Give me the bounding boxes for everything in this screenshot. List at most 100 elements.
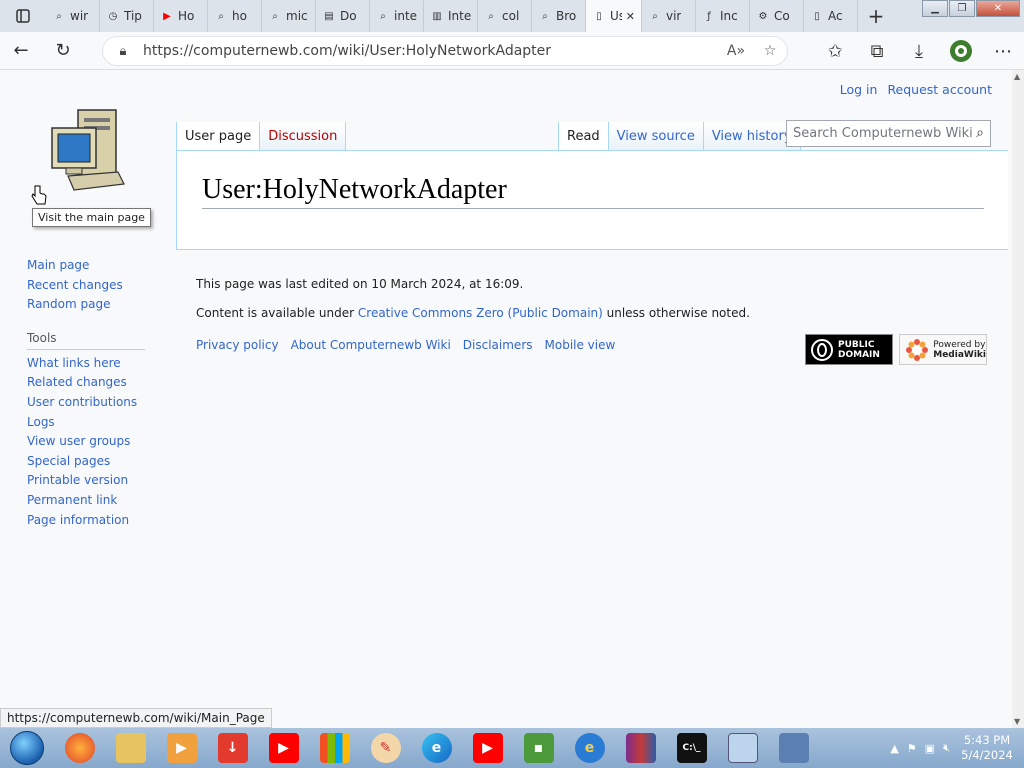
sidebar-tool-link[interactable]: What links here [27, 356, 121, 370]
fedora-icon: ƒ [707, 10, 711, 22]
firefox-icon [64, 733, 95, 763]
taskbar-internet-explorer[interactable]: e [564, 729, 615, 767]
sidebar-nav-link[interactable]: Main page [27, 258, 89, 272]
collections-button[interactable]: ⧉ [856, 32, 898, 70]
footer: This page was last edited on 10 March 20… [196, 277, 750, 352]
footer-link[interactable]: Disclaimers [463, 338, 533, 352]
internet-explorer-icon: e [574, 733, 605, 763]
sidebar-tool-link[interactable]: User contributions [27, 395, 137, 409]
browser-tab[interactable]: ⌕ inte [370, 0, 424, 32]
creeper-icon: ▪ [523, 733, 554, 763]
taskbar-downloader[interactable]: ↓ [207, 729, 258, 767]
wiki-logo-computer-icon[interactable] [48, 106, 128, 194]
browser-tab[interactable]: ◷ Tip [100, 0, 154, 32]
profile-button[interactable] [940, 32, 982, 70]
browser-tab[interactable]: ▯ Use ✕ [586, 0, 642, 32]
tab-view-source[interactable]: View source [608, 122, 704, 151]
action-center-flag-icon[interactable]: ⚑ [907, 742, 917, 755]
license-link[interactable]: Creative Commons Zero (Public Domain) [358, 306, 603, 320]
refresh-button[interactable]: ↻ [42, 32, 84, 70]
settings-menu-button[interactable]: ⋯ [982, 32, 1024, 70]
taskbar-minecraft[interactable]: ▪ [513, 729, 564, 767]
restore-button[interactable]: ❐ [949, 0, 975, 17]
search-icon[interactable]: ⌕ [976, 125, 984, 141]
close-tab-icon[interactable]: ✕ [626, 10, 635, 23]
minimize-button[interactable]: ▁ [922, 0, 948, 17]
sidebar-tool-link[interactable]: View user groups [27, 434, 130, 448]
url-text[interactable]: https://computernewb.com/wiki/User:HolyN… [143, 43, 719, 59]
tab-user-page[interactable]: User page [176, 122, 261, 151]
powered-by-mediawiki-badge[interactable]: Powered by MediaWiki [899, 334, 987, 365]
sidebar-tool-link[interactable]: Permanent link [27, 493, 117, 507]
tab-view-history-label[interactable]: View history [712, 129, 792, 144]
back-button[interactable]: ← [0, 32, 42, 70]
sidebar-nav-link[interactable]: Recent changes [27, 278, 123, 292]
badge-mw-line2: MediaWiki [933, 349, 986, 360]
search-input[interactable]: Search Computernewb Wiki ⌕ [786, 120, 991, 147]
tab-actions-button[interactable] [0, 9, 46, 23]
browser-tab[interactable]: ⚙ Co [750, 0, 804, 32]
favorites-button[interactable]: ✩ [814, 32, 856, 70]
new-tab-button[interactable]: + [858, 0, 894, 32]
taskbar-youtube-1[interactable]: ▶ [258, 729, 309, 767]
browser-tab[interactable]: ⌕ ho [208, 0, 262, 32]
taskbar-explorer[interactable] [105, 729, 156, 767]
browser-tab-label: Use [610, 9, 622, 23]
sidebar-tool-link[interactable]: Special pages [27, 454, 110, 468]
address-bar[interactable]: 🔒︎ https://computernewb.com/wiki/User:Ho… [102, 36, 788, 66]
taskbar-winrar[interactable] [615, 729, 666, 767]
tab-read[interactable]: Read [558, 122, 609, 151]
scroll-down-icon[interactable]: ▼ [1014, 717, 1020, 726]
sidebar-tool-link[interactable]: Page information [27, 513, 129, 527]
sidebar: Main page Recent changes Random page Tools… [27, 258, 145, 532]
browser-tab[interactable]: ⌕ wir [46, 0, 100, 32]
sidebar-tool-link[interactable]: Printable version [27, 473, 128, 487]
license-suffix: unless otherwise noted. [602, 306, 750, 320]
browser-tab[interactable]: ⌕ mic [262, 0, 316, 32]
browser-tab[interactable]: ƒ Inc [696, 0, 750, 32]
page-scrollbar[interactable]: ▲ ▼ [1012, 70, 1024, 728]
sidebar-tool-link[interactable]: Logs [27, 415, 55, 429]
downloads-button[interactable]: ⤓ [898, 32, 940, 70]
tab-actions-icon [16, 9, 30, 23]
footer-link[interactable]: Mobile view [545, 338, 616, 352]
taskbar-youtube-2[interactable]: ▶ [462, 729, 513, 767]
read-aloud-icon[interactable]: A» [719, 43, 753, 59]
tab-view-source-label[interactable]: View source [617, 129, 695, 144]
browser-tab[interactable]: ▥ Inte [424, 0, 478, 32]
taskbar-store[interactable] [309, 729, 360, 767]
browser-tab[interactable]: ▤ Do [316, 0, 370, 32]
taskbar-paint[interactable]: ✎ [360, 729, 411, 767]
sidebar-tool-link[interactable]: Related changes [27, 375, 127, 389]
footer-link[interactable]: About Computernewb Wiki [291, 338, 451, 352]
volume-muted-icon[interactable]: 🔇︎ [943, 741, 950, 755]
tab-discussion[interactable]: Discussion [260, 122, 347, 151]
sidebar-nav-link[interactable]: Random page [27, 297, 110, 311]
taskbar-cmd[interactable]: C:\_ [666, 729, 717, 767]
request-account-link[interactable]: Request account [887, 82, 992, 97]
browser-tab[interactable]: ⌕ vir [642, 0, 696, 32]
favorite-star-icon[interactable]: ☆ [753, 43, 787, 59]
show-hidden-icons-icon[interactable]: ▲ [890, 742, 898, 755]
browser-tab[interactable]: ⌕ Bro [532, 0, 586, 32]
store-bag-icon [319, 733, 350, 763]
close-window-button[interactable]: ✕ [976, 0, 1020, 17]
footer-link[interactable]: Privacy policy [196, 338, 279, 352]
public-domain-badge[interactable]: PUBLIC DOMAIN [805, 334, 893, 365]
login-link[interactable]: Log in [840, 82, 878, 97]
taskbar-control-panel[interactable] [717, 729, 768, 767]
start-button[interactable] [0, 728, 54, 768]
taskbar-media-player[interactable]: ▶ [156, 729, 207, 767]
browser-tab[interactable]: ⌕ col [478, 0, 532, 32]
scroll-up-icon[interactable]: ▲ [1014, 72, 1020, 81]
taskbar-network[interactable] [768, 729, 819, 767]
browser-tab-label: Ho [178, 9, 195, 23]
clock-time: 5:43 PM [963, 733, 1011, 747]
browser-tab[interactable]: ▯ Ac [804, 0, 858, 32]
taskbar-edge[interactable]: e [411, 729, 462, 767]
network-icon[interactable]: ▣ [925, 742, 935, 755]
tab-discussion-label[interactable]: Discussion [268, 129, 337, 144]
clock[interactable]: 5:43 PM 5/4/2024 [958, 733, 1016, 763]
browser-tab[interactable]: ▶ Ho [154, 0, 208, 32]
taskbar-firefox[interactable] [54, 729, 105, 767]
